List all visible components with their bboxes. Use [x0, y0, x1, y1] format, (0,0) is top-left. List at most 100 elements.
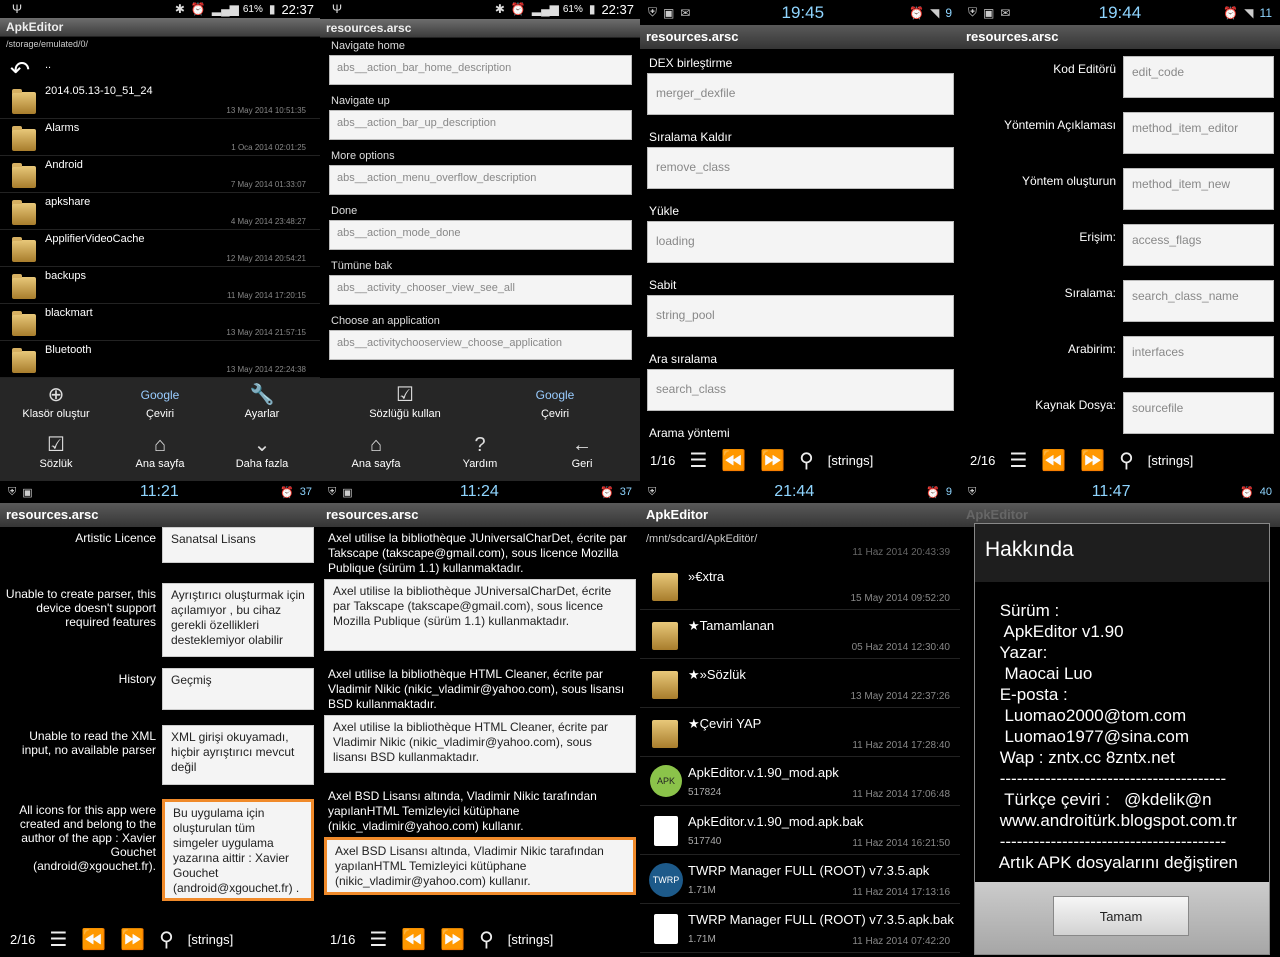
search-icon[interactable]: ⚲ — [159, 927, 174, 952]
field-label: Tümüne bak — [331, 260, 393, 272]
list-icon[interactable]: ☰ — [689, 448, 707, 473]
home-item[interactable]: ⌂ Ana sayfa — [326, 432, 426, 470]
rewind-icon[interactable]: ⏪ — [1041, 448, 1066, 473]
plus-circle-icon: ⊕ — [47, 384, 65, 406]
home-item[interactable]: ⌂ Ana sayfa — [110, 432, 210, 470]
translate-item[interactable]: Google Çeviri — [490, 382, 620, 420]
translation-input[interactable]: abs__activitychooserview_choose_applicat… — [329, 330, 632, 360]
help-item[interactable]: ? Yardım — [430, 432, 530, 470]
translate-item[interactable]: Google Çeviri — [110, 382, 210, 420]
translation-input[interactable]: access_flags — [1123, 224, 1274, 266]
list-item[interactable]: Alarms 1 Oca 2014 02:01:25 — [0, 119, 320, 156]
forward-icon[interactable]: ⏩ — [1080, 448, 1105, 473]
translation-input[interactable]: Geçmiş — [162, 668, 314, 710]
resource-type[interactable]: [strings] — [828, 453, 874, 468]
list-item[interactable]: APK ApkEditor.v.1.90_mod.apk 517824 11 Haz … — [640, 757, 960, 806]
translation-input[interactable]: remove_class — [647, 147, 954, 189]
list-item[interactable]: »€xtra 15 May 2014 09:52:20 — [640, 561, 960, 610]
status-bar: ⛨ ▣ ✉ 19:44 ⏰ ◥ 11 — [960, 0, 1280, 25]
back-icon[interactable]: ↶ — [10, 56, 30, 85]
list-item[interactable]: 2014.05.13-10_51_24 13 May 2014 10:51:35 — [0, 82, 320, 119]
rewind-icon[interactable]: ⏪ — [721, 448, 746, 473]
list-item[interactable]: Android 7 May 2014 01:33:07 — [0, 156, 320, 193]
up-dir[interactable]: .. — [45, 59, 51, 71]
bluetooth-icon: ✱ — [174, 2, 185, 16]
translation-input[interactable]: search_class — [647, 369, 954, 411]
rewind-icon[interactable]: ⏪ — [81, 927, 106, 952]
translation-input[interactable]: edit_code — [1123, 56, 1274, 98]
translation-input[interactable]: abs__action_menu_overflow_description — [329, 165, 632, 195]
list-item[interactable]: ApplifierVideoCache 12 May 2014 20:54:21 — [0, 230, 320, 267]
translation-input[interactable]: abs__action_bar_up_description — [329, 110, 632, 140]
list-item[interactable]: apkshare 4 May 2014 23:48:27 — [0, 193, 320, 230]
list-icon[interactable]: ☰ — [1009, 448, 1027, 473]
search-icon[interactable]: ⚲ — [1119, 448, 1134, 473]
translation-input[interactable]: merger_dexfile — [647, 73, 954, 115]
translation-input[interactable]: Bu uygulama için oluşturulan tüm simgele… — [162, 799, 314, 901]
resource-type[interactable]: [strings] — [1148, 453, 1194, 468]
translation-input[interactable]: Axel utilise la bibliothèque HTML Cleane… — [324, 715, 636, 773]
list-item[interactable]: backups 11 May 2014 17:20:15 — [0, 267, 320, 304]
translation-input[interactable]: search_class_name — [1123, 280, 1274, 322]
field-label: DEX birleştirme — [649, 56, 733, 70]
chevron-down-icon: ⌄ — [253, 434, 271, 456]
list-icon[interactable]: ☰ — [49, 927, 67, 952]
file-date: 11 Haz 2014 16:21:50 — [852, 838, 950, 849]
forward-icon[interactable]: ⏩ — [440, 927, 465, 952]
bottom-status: ⛨ ▣ 11:24 ⏰ 37 — [320, 481, 640, 503]
dictionary-item[interactable]: ☑ Sözlük — [6, 432, 106, 470]
translation-input[interactable]: sourcefile — [1123, 392, 1274, 434]
search-icon[interactable]: ⚲ — [479, 927, 494, 952]
panel-about-dialog: ApkEditor Hakkında Sürüm : ApkEditor v1.… — [960, 503, 1280, 957]
translation-input[interactable]: string_pool — [647, 295, 954, 337]
list-item[interactable]: Bluetooth 13 May 2014 22:24:38 — [0, 341, 320, 378]
about-dialog: Hakkında Sürüm : ApkEditor v1.90 Yazar: … — [974, 523, 1270, 955]
translation-input[interactable]: method_item_editor — [1123, 112, 1274, 154]
ok-button[interactable]: Tamam — [1053, 896, 1189, 936]
rewind-icon[interactable]: ⏪ — [401, 927, 426, 952]
search-icon[interactable]: ⚲ — [799, 448, 814, 473]
list-item[interactable]: blackmart 13 May 2014 21:57:15 — [0, 304, 320, 341]
translation-input[interactable]: XML girişi okuyamadı, hiçbir ayrıştırıcı… — [162, 725, 314, 785]
back-item[interactable]: ← Geri — [532, 432, 632, 470]
more-item[interactable]: ⌄ Daha fazla — [212, 432, 312, 470]
file-date: 11 Haz 2014 17:06:48 — [852, 789, 950, 800]
forward-icon[interactable]: ⏩ — [120, 927, 145, 952]
file-size: 1.71M — [688, 934, 716, 945]
translation-input[interactable]: loading — [647, 221, 954, 263]
folder-icon — [652, 573, 678, 601]
settings-item[interactable]: 🔧 Ayarlar — [212, 382, 312, 420]
list-item[interactable]: TWRP TWRP Manager FULL (ROOT) v7.3.5.apk 1… — [640, 855, 960, 904]
list-item[interactable]: ★Çeviri YAP 11 Haz 2014 17:28:40 — [640, 708, 960, 757]
signal-icon: ▂▄▆ — [531, 2, 559, 16]
translation-input[interactable]: abs__action_bar_home_description — [329, 55, 632, 85]
create-folder-item[interactable]: ⊕ Klasör oluştur — [6, 382, 106, 420]
home-icon: ⌂ — [153, 434, 167, 456]
image-icon: ▣ — [983, 5, 995, 20]
forward-icon[interactable]: ⏩ — [760, 448, 785, 473]
resource-type[interactable]: [strings] — [188, 932, 234, 947]
path: /mnt/sdcard/ApkEditör/ — [646, 533, 758, 545]
translation-input[interactable]: Axel utilise la bibliothèque JUniversalC… — [324, 579, 636, 651]
translation-input[interactable]: abs__action_mode_done — [329, 220, 632, 250]
file-date: 05 Haz 2014 12:30:40 — [851, 642, 950, 653]
menu-label: Sözlük — [39, 458, 73, 470]
list-item[interactable]: ★»Sözlük 13 May 2014 22:37:26 — [640, 659, 960, 708]
field-label: Arabirim: — [1067, 342, 1116, 356]
translation-input[interactable]: Ayrıştırıcı oluşturmak için açılamıyor ,… — [162, 583, 314, 657]
question-icon: ? — [474, 434, 486, 456]
app-title: resources.arsc — [960, 25, 1280, 49]
translation-input[interactable]: Axel BSD Lisansı altında, Vladimir Nikic… — [324, 837, 636, 895]
list-icon[interactable]: ☰ — [369, 927, 387, 952]
list-item[interactable]: TWRP Manager FULL (ROOT) v7.3.5.apk.bak 1… — [640, 904, 960, 953]
translation-input[interactable]: interfaces — [1123, 336, 1274, 378]
translation-input[interactable]: abs__activity_chooser_view_see_all — [329, 275, 632, 305]
use-dictionary-item[interactable]: ☑ Sözlüğü kullan — [340, 382, 470, 420]
translation-input[interactable]: Sanatsal Lisans — [162, 527, 314, 563]
list-item[interactable]: ★Tamamlanan 05 Haz 2014 12:30:40 — [640, 610, 960, 659]
list-item[interactable]: ApkEditor.v.1.90_mod.apk.bak 517740 11 Haz… — [640, 806, 960, 855]
page-indicator: 2/16 — [10, 931, 36, 947]
panel-file-browser-2: ApkEditor /mnt/sdcard/ApkEditör/ 11 Haz … — [640, 503, 960, 957]
resource-type[interactable]: [strings] — [508, 932, 554, 947]
translation-input[interactable]: method_item_new — [1123, 168, 1274, 210]
